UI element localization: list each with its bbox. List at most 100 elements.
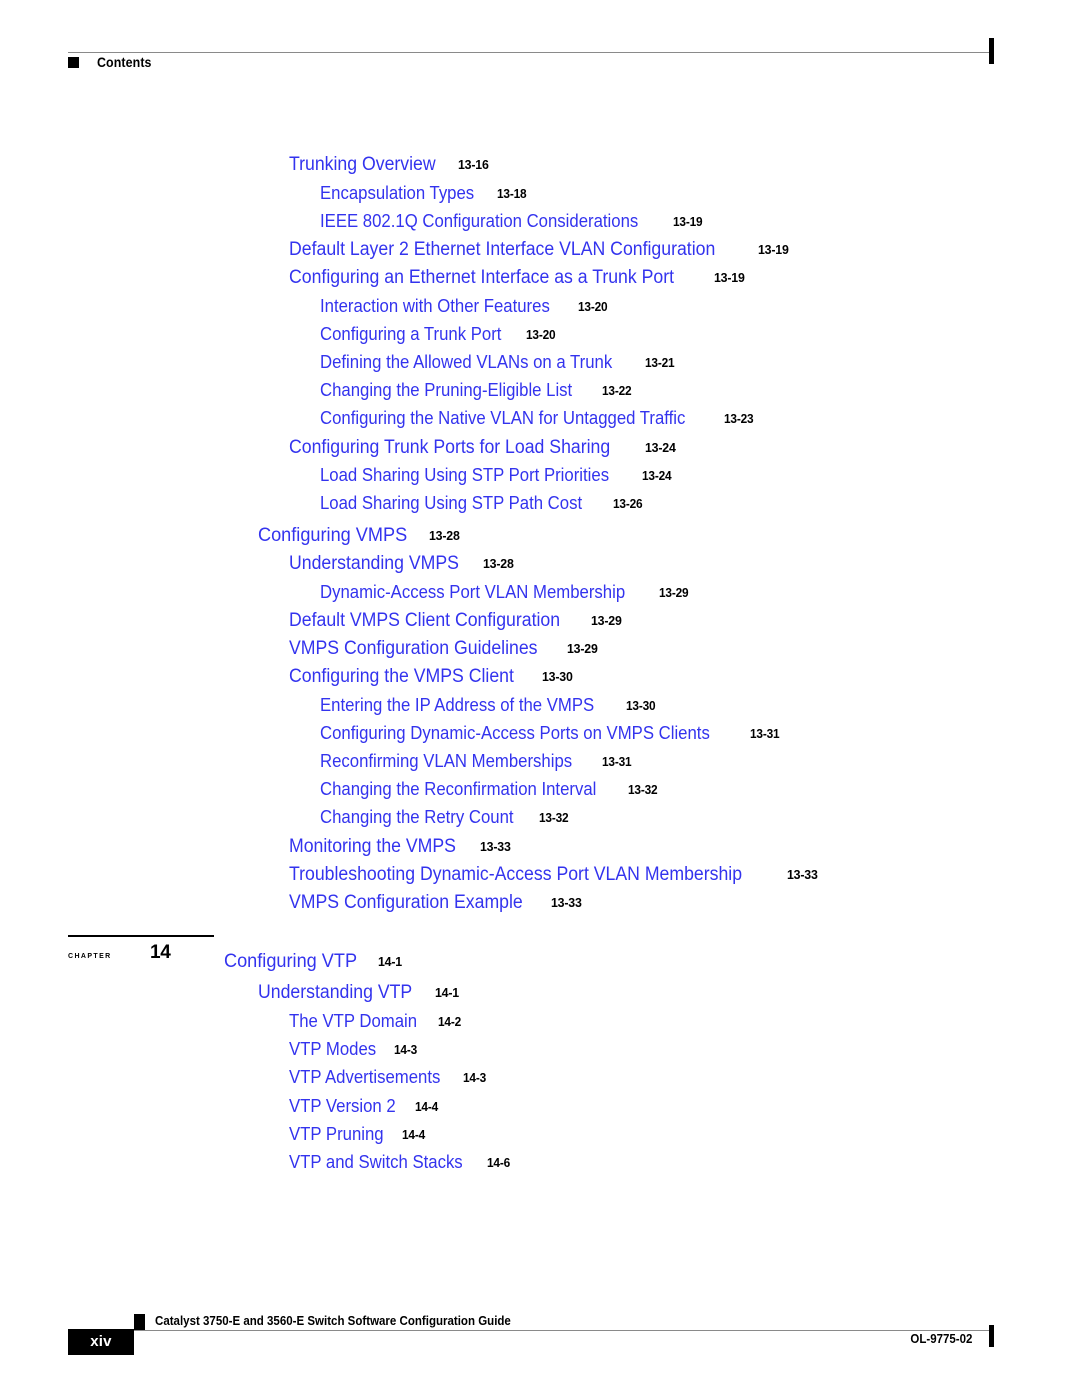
footer-doc-id: OL-9775-02 — [909, 1332, 972, 1346]
toc-entry-title[interactable]: Entering the IP Address of the VMPS — [320, 696, 594, 714]
toc-entry[interactable]: Configuring an Ethernet Interface as a T… — [289, 268, 746, 287]
toc-entry[interactable]: VTP and Switch Stacks 14-6 — [289, 1153, 511, 1172]
toc-entry[interactable]: Default VMPS Client Configuration 13-29 — [289, 611, 624, 630]
toc-entry[interactable]: Load Sharing Using STP Port Priorities 13… — [320, 466, 673, 485]
toc-entry-title[interactable]: VTP and Switch Stacks — [289, 1153, 463, 1171]
toc-entry-title[interactable]: Encapsulation Types — [320, 184, 474, 202]
toc-entry-title[interactable]: Configuring a Trunk Port — [320, 325, 501, 343]
toc-entry-title[interactable]: Configuring Trunk Ports for Load Sharing — [289, 438, 610, 457]
toc-entry-page-number: 13-33 — [551, 895, 582, 910]
toc-entry-title[interactable]: Configuring Dynamic-Access Ports on VMPS… — [320, 724, 710, 742]
toc-entry-page-number: 14-4 — [414, 1100, 438, 1114]
toc-entry-page-number: 14-6 — [486, 1156, 510, 1170]
footer-rule-endcap-icon — [989, 1325, 994, 1347]
toc-entry-title[interactable]: Dynamic-Access Port VLAN Membership — [320, 583, 625, 601]
toc-entry[interactable]: Changing the Reconfirmation Interval 13-3… — [320, 780, 659, 799]
toc-entry-page-number: 14-1 — [434, 985, 459, 1000]
toc-entry-title[interactable]: VMPS Configuration Example — [289, 893, 523, 912]
toc-entry[interactable]: Entering the IP Address of the VMPS 13-30 — [320, 696, 657, 715]
toc-entry-page-number: 14-3 — [462, 1071, 486, 1085]
toc-entry-page-number: 13-19 — [673, 215, 703, 229]
toc-entry[interactable]: VTP Advertisements 14-3 — [289, 1068, 487, 1087]
toc-entry-title[interactable]: Trunking Overview — [289, 155, 436, 174]
toc-entry-page-number: 13-22 — [602, 384, 632, 398]
toc-entry-title[interactable]: Interaction with Other Features — [320, 297, 550, 315]
footer-page-number: xiv — [90, 1333, 112, 1350]
toc-entry-title[interactable]: Configuring VMPS — [258, 525, 407, 546]
toc-entry-title[interactable]: The VTP Domain — [289, 1012, 417, 1030]
toc-entry-page-number: 13-21 — [645, 356, 675, 370]
toc-entry[interactable]: Changing the Retry Count 13-32 — [320, 808, 570, 827]
toc-entry-title[interactable]: VTP Pruning — [289, 1125, 384, 1143]
toc-entry-title[interactable]: Troubleshooting Dynamic-Access Port VLAN… — [289, 865, 742, 884]
toc-entry[interactable]: Monitoring the VMPS 13-33 — [289, 837, 512, 856]
toc-entry-title[interactable]: Reconfirming VLAN Memberships — [320, 752, 572, 770]
toc-entry-page-number: 13-29 — [659, 586, 689, 600]
toc-entry[interactable]: Understanding VTP 14-1 — [258, 983, 460, 1002]
toc-entry[interactable]: Understanding VMPS 13-28 — [289, 554, 515, 573]
toc-entry-title[interactable]: Understanding VMPS — [289, 554, 459, 573]
toc-entry-title[interactable]: VTP Version 2 — [289, 1097, 396, 1115]
toc-entry-title[interactable]: Changing the Reconfirmation Interval — [320, 780, 596, 798]
toc-entry[interactable]: Changing the Pruning-Eligible List 13-22 — [320, 381, 633, 400]
toc-entry[interactable]: VMPS Configuration Guidelines 13-29 — [289, 639, 599, 658]
toc-entry-page-number: 13-28 — [482, 556, 514, 571]
toc-entry[interactable]: VTP Version 2 14-4 — [289, 1097, 439, 1116]
header-rule-endcap-icon — [989, 38, 994, 64]
toc-entry[interactable]: VMPS Configuration Example 13-33 — [289, 893, 584, 912]
toc-entry-title[interactable]: Changing the Pruning-Eligible List — [320, 381, 572, 399]
toc-entry[interactable]: Configuring the VMPS Client 13-30 — [289, 667, 574, 686]
toc-entry-title[interactable]: Load Sharing Using STP Port Priorities — [320, 466, 609, 484]
toc-entry[interactable]: Trunking Overview 13-16 — [289, 155, 490, 174]
toc-entry[interactable]: Configuring VMPS 13-28 — [258, 525, 462, 546]
toc-entry[interactable]: Reconfirming VLAN Memberships 13-31 — [320, 752, 633, 771]
toc-entry[interactable]: Configuring Dynamic-Access Ports on VMPS… — [320, 724, 781, 743]
toc-entry-page-number: 13-29 — [567, 641, 598, 656]
page-header: Contents — [0, 0, 1080, 90]
toc-entry-title[interactable]: VTP Modes — [289, 1040, 376, 1058]
toc-entry-title[interactable]: VMPS Configuration Guidelines — [289, 639, 537, 658]
toc-entry[interactable]: Defining the Allowed VLANs on a Trunk 13-… — [320, 353, 676, 372]
toc-entry[interactable]: Configuring VTP 14-1 — [224, 951, 403, 972]
toc-entry-page-number: 13-31 — [602, 755, 632, 769]
toc-entry-title[interactable]: Monitoring the VMPS — [289, 837, 456, 856]
toc-entry[interactable]: The VTP Domain 14-2 — [289, 1012, 462, 1031]
toc-entry-title[interactable]: Default VMPS Client Configuration — [289, 611, 560, 630]
toc-entry-page-number: 13-31 — [750, 727, 780, 741]
toc-entry-title[interactable]: Load Sharing Using STP Path Cost — [320, 494, 582, 512]
toc-entry-page-number: 13-24 — [645, 440, 676, 455]
footer-rule — [68, 1330, 991, 1331]
toc-entry[interactable]: VTP Pruning 14-4 — [289, 1125, 426, 1144]
footer-document-title: Catalyst 3750-E and 3560-E Switch Softwa… — [155, 1313, 511, 1328]
toc-entry-title[interactable]: Configuring an Ethernet Interface as a T… — [289, 268, 674, 287]
header-label: Contents — [97, 55, 152, 70]
toc-entry-title[interactable]: Default Layer 2 Ethernet Interface VLAN … — [289, 240, 715, 259]
toc-entry[interactable]: Configuring a Trunk Port 13-20 — [320, 325, 557, 344]
toc-entry-title[interactable]: Configuring the VMPS Client — [289, 667, 514, 686]
toc-entry-page-number: 13-19 — [714, 270, 745, 285]
toc-entry[interactable]: Dynamic-Access Port VLAN Membership 13-29 — [320, 583, 690, 602]
toc-entry-title[interactable]: Changing the Retry Count — [320, 808, 514, 826]
toc-entry[interactable]: Interaction with Other Features 13-20 — [320, 297, 609, 316]
toc-entry[interactable]: Configuring the Native VLAN for Untagged… — [320, 409, 755, 428]
toc-entry[interactable]: Troubleshooting Dynamic-Access Port VLAN… — [289, 865, 819, 884]
toc-entry-title[interactable]: Defining the Allowed VLANs on a Trunk — [320, 353, 612, 371]
chapter-number: 14 — [150, 942, 171, 963]
toc-entry-page-number: 13-20 — [526, 328, 556, 342]
toc-entry-page-number: 13-16 — [457, 157, 489, 172]
toc-entry-page-number: 14-2 — [437, 1015, 461, 1029]
toc-entry-title[interactable]: Understanding VTP — [258, 983, 412, 1002]
toc-entry[interactable]: Encapsulation Types 13-18 — [320, 184, 528, 203]
chapter-marker-rule — [68, 935, 214, 937]
toc-entry-title[interactable]: Configuring the Native VLAN for Untagged… — [320, 409, 685, 427]
toc-entry[interactable]: VTP Modes 14-3 — [289, 1040, 418, 1059]
toc-entry-page-number: 13-26 — [612, 497, 643, 511]
toc-entry[interactable]: Configuring Trunk Ports for Load Sharing… — [289, 438, 678, 457]
toc-entry[interactable]: Load Sharing Using STP Path Cost 13-26 — [320, 494, 644, 513]
toc-entry-title[interactable]: Configuring VTP — [224, 951, 357, 972]
toc-entry-title[interactable]: IEEE 802.1Q Configuration Considerations — [320, 212, 638, 230]
toc-entry-page-number: 13-33 — [787, 867, 818, 882]
toc-entry[interactable]: IEEE 802.1Q Configuration Considerations… — [320, 212, 704, 231]
toc-entry-title[interactable]: VTP Advertisements — [289, 1068, 440, 1086]
toc-entry[interactable]: Default Layer 2 Ethernet Interface VLAN … — [289, 240, 791, 259]
